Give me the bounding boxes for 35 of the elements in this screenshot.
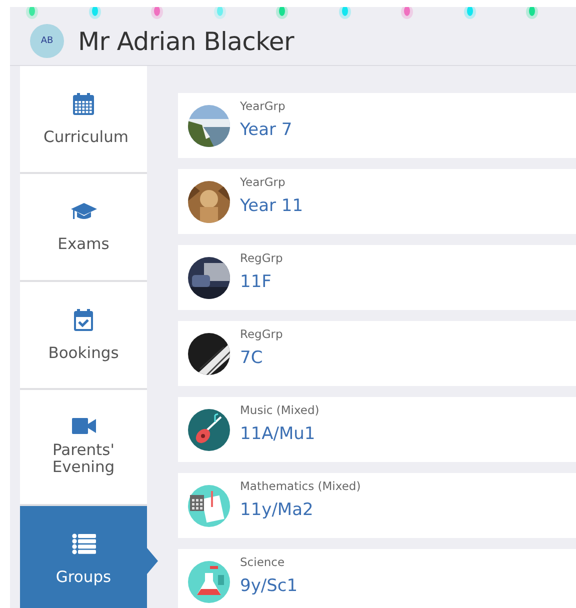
guitar-icon	[188, 408, 230, 450]
group-name: Year 11	[240, 196, 304, 216]
group-card[interactable]: Music (Mixed) 11A/Mu1	[178, 397, 576, 462]
group-card[interactable]: YearGrp Year 7	[178, 93, 576, 158]
group-card[interactable]: YearGrp Year 11	[178, 169, 576, 234]
calendar-icon	[73, 92, 94, 114]
graduation-cap-icon	[70, 202, 96, 222]
group-card[interactable]: Science 9y/Sc1	[178, 549, 576, 608]
group-card[interactable]: RegGrp 7C	[178, 321, 576, 386]
group-name: 7C	[240, 348, 264, 368]
user-name: Mr Adrian Blacker	[78, 26, 294, 56]
sidebar-tab[interactable]: Exams	[20, 174, 147, 280]
group-card[interactable]: Mathematics (Mixed) 11y/Ma2	[178, 473, 576, 538]
group-type: Science	[240, 555, 286, 569]
sidebar-tab[interactable]: Curriculum	[20, 66, 147, 172]
group-type: RegGrp	[240, 327, 283, 341]
group-type: Music (Mixed)	[240, 403, 320, 417]
avatar: AB	[30, 24, 64, 58]
calculator-icon	[188, 484, 230, 526]
calendar-check-icon	[74, 308, 93, 330]
sidebar-tab[interactable]: Parents' Evening	[20, 390, 147, 504]
list-icon	[72, 532, 96, 554]
sidebar-tab[interactable]: Bookings	[20, 282, 147, 388]
group-type: Mathematics (Mixed)	[240, 479, 361, 493]
group-name: 9y/Sc1	[240, 576, 298, 596]
group-name: 11F	[240, 272, 272, 292]
group-name: Year 7	[240, 120, 292, 140]
group-name: 11A/Mu1	[240, 424, 316, 444]
group-type: RegGrp	[240, 251, 283, 265]
group-card[interactable]: RegGrp 11F	[178, 245, 576, 310]
group-type: YearGrp	[240, 99, 286, 113]
flask-icon	[188, 560, 230, 602]
group-type: YearGrp	[240, 175, 286, 189]
group-name: 11y/Ma2	[240, 500, 314, 520]
video-camera-icon	[72, 418, 96, 434]
